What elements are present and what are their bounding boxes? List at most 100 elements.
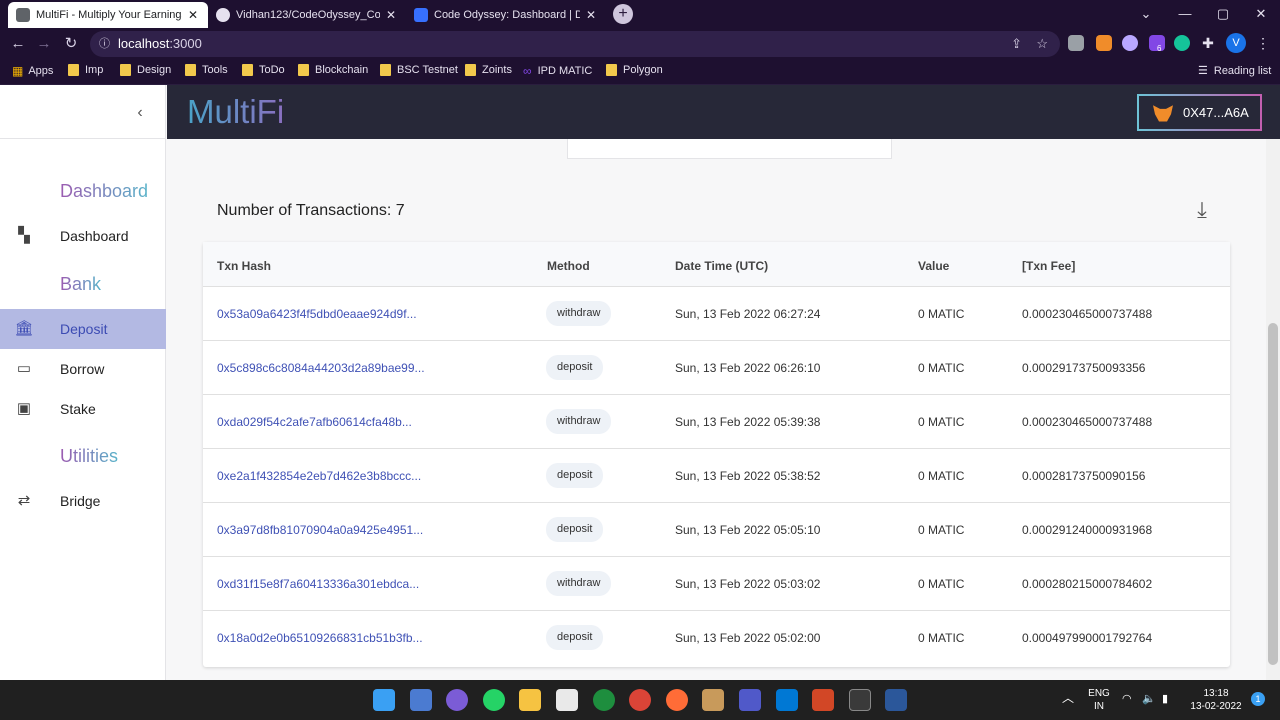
back-icon[interactable]: ← <box>7 33 29 55</box>
maximize-icon[interactable]: ▢ <box>1204 0 1242 28</box>
table-row: 0xe2a1f432854e2eb7d462e3b8bccc... deposi… <box>203 449 1230 503</box>
clock[interactable]: 13:18 13-02-2022 <box>1186 687 1246 713</box>
bookmark-star-icon[interactable]: ☆ <box>1036 31 1048 57</box>
tab-github[interactable]: Vidhan123/CodeOdyssey_CodeX ✕ <box>208 2 406 28</box>
package-icon[interactable] <box>702 689 724 711</box>
reload-icon[interactable]: ↻ <box>60 33 82 55</box>
address-host: localhost <box>118 36 170 51</box>
txn-hash-link[interactable]: 0xd31f15e8f7a60413336a301ebdca... <box>217 577 419 591</box>
vscode-icon[interactable] <box>776 689 798 711</box>
reading-list-button[interactable]: ☰ Reading list <box>1198 64 1271 78</box>
site-info-icon[interactable]: ⓘ <box>99 31 110 57</box>
bookmark-polygon[interactable]: Polygon <box>606 64 663 76</box>
chat-icon[interactable] <box>446 689 468 711</box>
evernote-icon[interactable] <box>593 689 615 711</box>
table-row: 0x18a0d2e0b65109266831cb51b3fb... deposi… <box>203 611 1230 665</box>
tab-search-icon[interactable]: ⌄ <box>1127 0 1165 28</box>
windows-taskbar: ︿ ENG IN ◠ 🔈 ▮ 13:18 13-02-2022 1 <box>0 680 1280 720</box>
method-chip: deposit <box>546 463 604 488</box>
folder-icon <box>465 64 476 76</box>
bookmark-tools[interactable]: Tools <box>185 64 228 76</box>
download-icon[interactable]: ⤓ <box>1189 197 1215 223</box>
table-row: 0x3a97d8fb81070904a0a9425e4951... deposi… <box>203 503 1230 557</box>
sidebar-item-label: Borrow <box>60 361 105 377</box>
sidebar-item-dashboard[interactable]: ▚ Dashboard <box>0 216 166 256</box>
method-chip: withdraw <box>546 409 612 434</box>
bookmark-ipd-matic[interactable]: ∞ IPD MATIC <box>523 64 592 78</box>
whatsapp-icon[interactable] <box>483 689 505 711</box>
collapse-sidebar-chevron-icon[interactable]: ‹ <box>130 103 150 123</box>
windows-start-icon[interactable] <box>373 689 395 711</box>
txn-datetime: Sun, 13 Feb 2022 05:05:10 <box>675 523 821 537</box>
txn-fee: 0.000230465000737488 <box>1022 415 1153 429</box>
forward-icon[interactable]: → <box>33 33 55 55</box>
app-logo[interactable]: MultiFi <box>187 93 284 131</box>
txn-datetime: Sun, 13 Feb 2022 05:38:52 <box>675 469 821 483</box>
multifi-favicon-icon <box>16 8 30 22</box>
word-icon[interactable] <box>885 689 907 711</box>
page-scrollbar-thumb[interactable] <box>1268 323 1278 665</box>
new-tab-button[interactable]: + <box>613 4 633 24</box>
close-tab-icon[interactable]: ✕ <box>186 8 200 22</box>
method-chip: deposit <box>546 517 604 542</box>
close-tab-icon[interactable]: ✕ <box>384 8 398 22</box>
txn-hash-link[interactable]: 0xda029f54c2afe7afb60614cfa48b... <box>217 415 412 429</box>
metamask-extension-icon[interactable] <box>1096 35 1112 51</box>
tray-chevron-icon[interactable]: ︿ <box>1062 692 1074 705</box>
txn-hash-link[interactable]: 0x18a0d2e0b65109266831cb51b3fb... <box>217 631 423 645</box>
polygon-extension-icon[interactable]: 6 <box>1149 35 1165 53</box>
sidebar-item-deposit[interactable]: 🏛 Deposit <box>0 309 166 349</box>
bookmark-zoints[interactable]: Zoints <box>465 64 512 76</box>
camera-extension-icon[interactable] <box>1068 35 1084 51</box>
wallet-button[interactable]: 0X47...A6A <box>1137 94 1262 131</box>
chrome-menu-icon[interactable]: ⋮ <box>1256 35 1272 51</box>
bookmark-design[interactable]: Design <box>120 64 171 76</box>
previous-card-edge <box>567 139 892 159</box>
slack-icon[interactable] <box>556 689 578 711</box>
grammarly-extension-icon[interactable] <box>1174 35 1190 51</box>
notification-badge[interactable]: 1 <box>1251 692 1265 706</box>
txn-hash-link[interactable]: 0x53a09a6423f4f5dbd0eaae924d9f... <box>217 307 417 321</box>
dashboard-icon: ▚ <box>18 227 30 244</box>
extensions-puzzle-icon[interactable]: ✚ <box>1200 35 1216 51</box>
ghost-extension-icon[interactable] <box>1122 35 1138 51</box>
address-bar[interactable]: ⓘ localhost:3000 ⇪ ☆ <box>90 31 1060 57</box>
tab-devfolio[interactable]: Code Odyssey: Dashboard | Devf ✕ <box>406 2 606 28</box>
close-window-icon[interactable]: ✕ <box>1242 0 1280 28</box>
tab-multifi[interactable]: MultiFi - Multiply Your Earnings ✕ <box>8 2 208 28</box>
chrome-icon[interactable] <box>629 689 651 711</box>
txn-hash-link[interactable]: 0x5c898c6c8084a44203d2a89bae99... <box>217 361 425 375</box>
widgets-icon[interactable] <box>410 689 432 711</box>
bookmark-imp[interactable]: Imp <box>68 64 103 76</box>
bookmark-bsc-testnet[interactable]: BSC Testnet <box>380 64 458 76</box>
terminal-icon[interactable] <box>849 689 871 711</box>
powerpoint-icon[interactable] <box>812 689 834 711</box>
txn-value: 0 MATIC <box>918 577 965 591</box>
txn-hash-link[interactable]: 0x3a97d8fb81070904a0a9425e4951... <box>217 523 423 537</box>
file-explorer-icon[interactable] <box>519 689 541 711</box>
tab-title: Vidhan123/CodeOdyssey_CodeX <box>236 9 380 21</box>
txn-fee: 0.00028173750090156 <box>1022 469 1146 483</box>
sidebar-divider <box>0 138 166 139</box>
volume-icon[interactable]: 🔈 <box>1142 693 1156 706</box>
close-tab-icon[interactable]: ✕ <box>584 8 598 22</box>
sidebar: ‹ Dashboard ▚ Dashboard Bank 🏛 Deposit ▭… <box>0 85 166 680</box>
folder-icon <box>185 64 196 76</box>
minimize-icon[interactable]: — <box>1166 0 1204 28</box>
teams-icon[interactable] <box>739 689 761 711</box>
profile-avatar[interactable]: V <box>1226 33 1246 53</box>
bookmark-blockchain[interactable]: Blockchain <box>298 64 368 76</box>
battery-icon[interactable]: ▮ <box>1162 693 1168 706</box>
sidebar-item-stake[interactable]: ▣ Stake <box>0 389 166 429</box>
sidebar-item-bridge[interactable]: ⇄ Bridge <box>0 481 166 521</box>
folder-icon <box>68 64 79 76</box>
language-indicator[interactable]: ENG IN <box>1086 687 1112 713</box>
txn-hash-link[interactable]: 0xe2a1f432854e2eb7d462e3b8bccc... <box>217 469 421 483</box>
bookmark-apps[interactable]: ▦ Apps <box>12 64 53 78</box>
sidebar-item-borrow[interactable]: ▭ Borrow <box>0 349 166 389</box>
bookmark-todo[interactable]: ToDo <box>242 64 285 76</box>
bookmarks-bar: ▦ Apps Imp Design Tools ToDo Blockchain B… <box>0 59 1280 85</box>
postman-icon[interactable] <box>666 689 688 711</box>
share-icon[interactable]: ⇪ <box>1011 31 1022 57</box>
wifi-icon[interactable]: ◠ <box>1122 693 1132 706</box>
